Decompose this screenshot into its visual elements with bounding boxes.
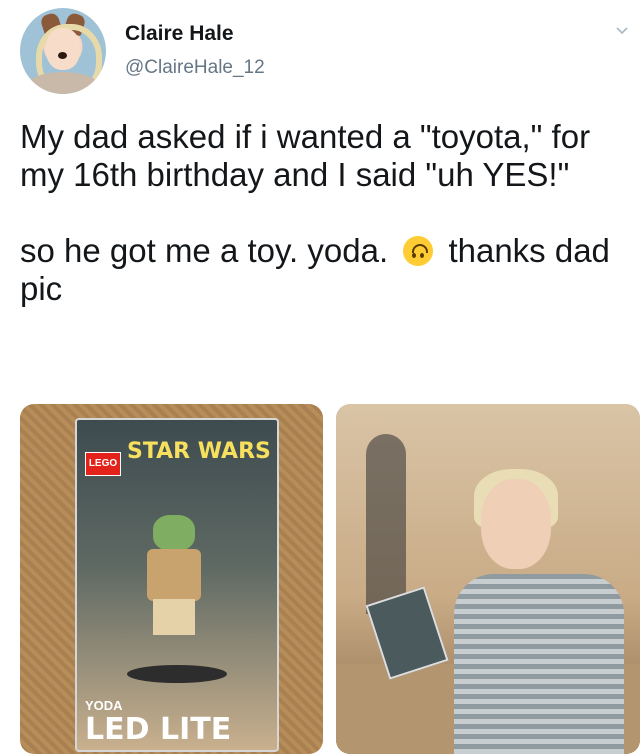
- doorway: [366, 434, 406, 614]
- girl-face: [481, 479, 551, 569]
- avatar[interactable]: [20, 8, 106, 94]
- lego-logo: LEGO: [85, 452, 121, 476]
- tweet-paragraph-2: so he got me a toy. yoda. thanks dad pic: [20, 232, 625, 308]
- product-character: YODA: [85, 698, 123, 713]
- dog-nose: [58, 52, 67, 59]
- figure-stand: [127, 665, 227, 683]
- chevron-down-icon[interactable]: [616, 24, 628, 36]
- yoda-figure: [139, 515, 209, 635]
- tweet-text: My dad asked if i wanted a "toyota," for…: [20, 118, 625, 308]
- product-name: LED LITE: [85, 712, 232, 747]
- tweet-line2-before: so he got me a toy. yoda.: [20, 232, 389, 269]
- author-handle[interactable]: @ClaireHale_12: [125, 57, 265, 79]
- author-name[interactable]: Claire Hale: [125, 22, 234, 46]
- star-wars-logo: STAR WARS: [127, 439, 271, 464]
- girl-shirt: [454, 574, 624, 754]
- upside-down-face-emoji-icon: [403, 236, 434, 266]
- avatar-face: [46, 28, 80, 70]
- lego-box: LEGO STAR WARS YODA LED LITE: [75, 418, 279, 752]
- avatar-shoulder: [26, 72, 100, 94]
- photo-girl-holding-yoda[interactable]: [336, 404, 640, 754]
- tweet-paragraph-1: My dad asked if i wanted a "toyota," for…: [20, 118, 591, 193]
- photo-lego-yoda-box[interactable]: LEGO STAR WARS YODA LED LITE: [20, 404, 323, 754]
